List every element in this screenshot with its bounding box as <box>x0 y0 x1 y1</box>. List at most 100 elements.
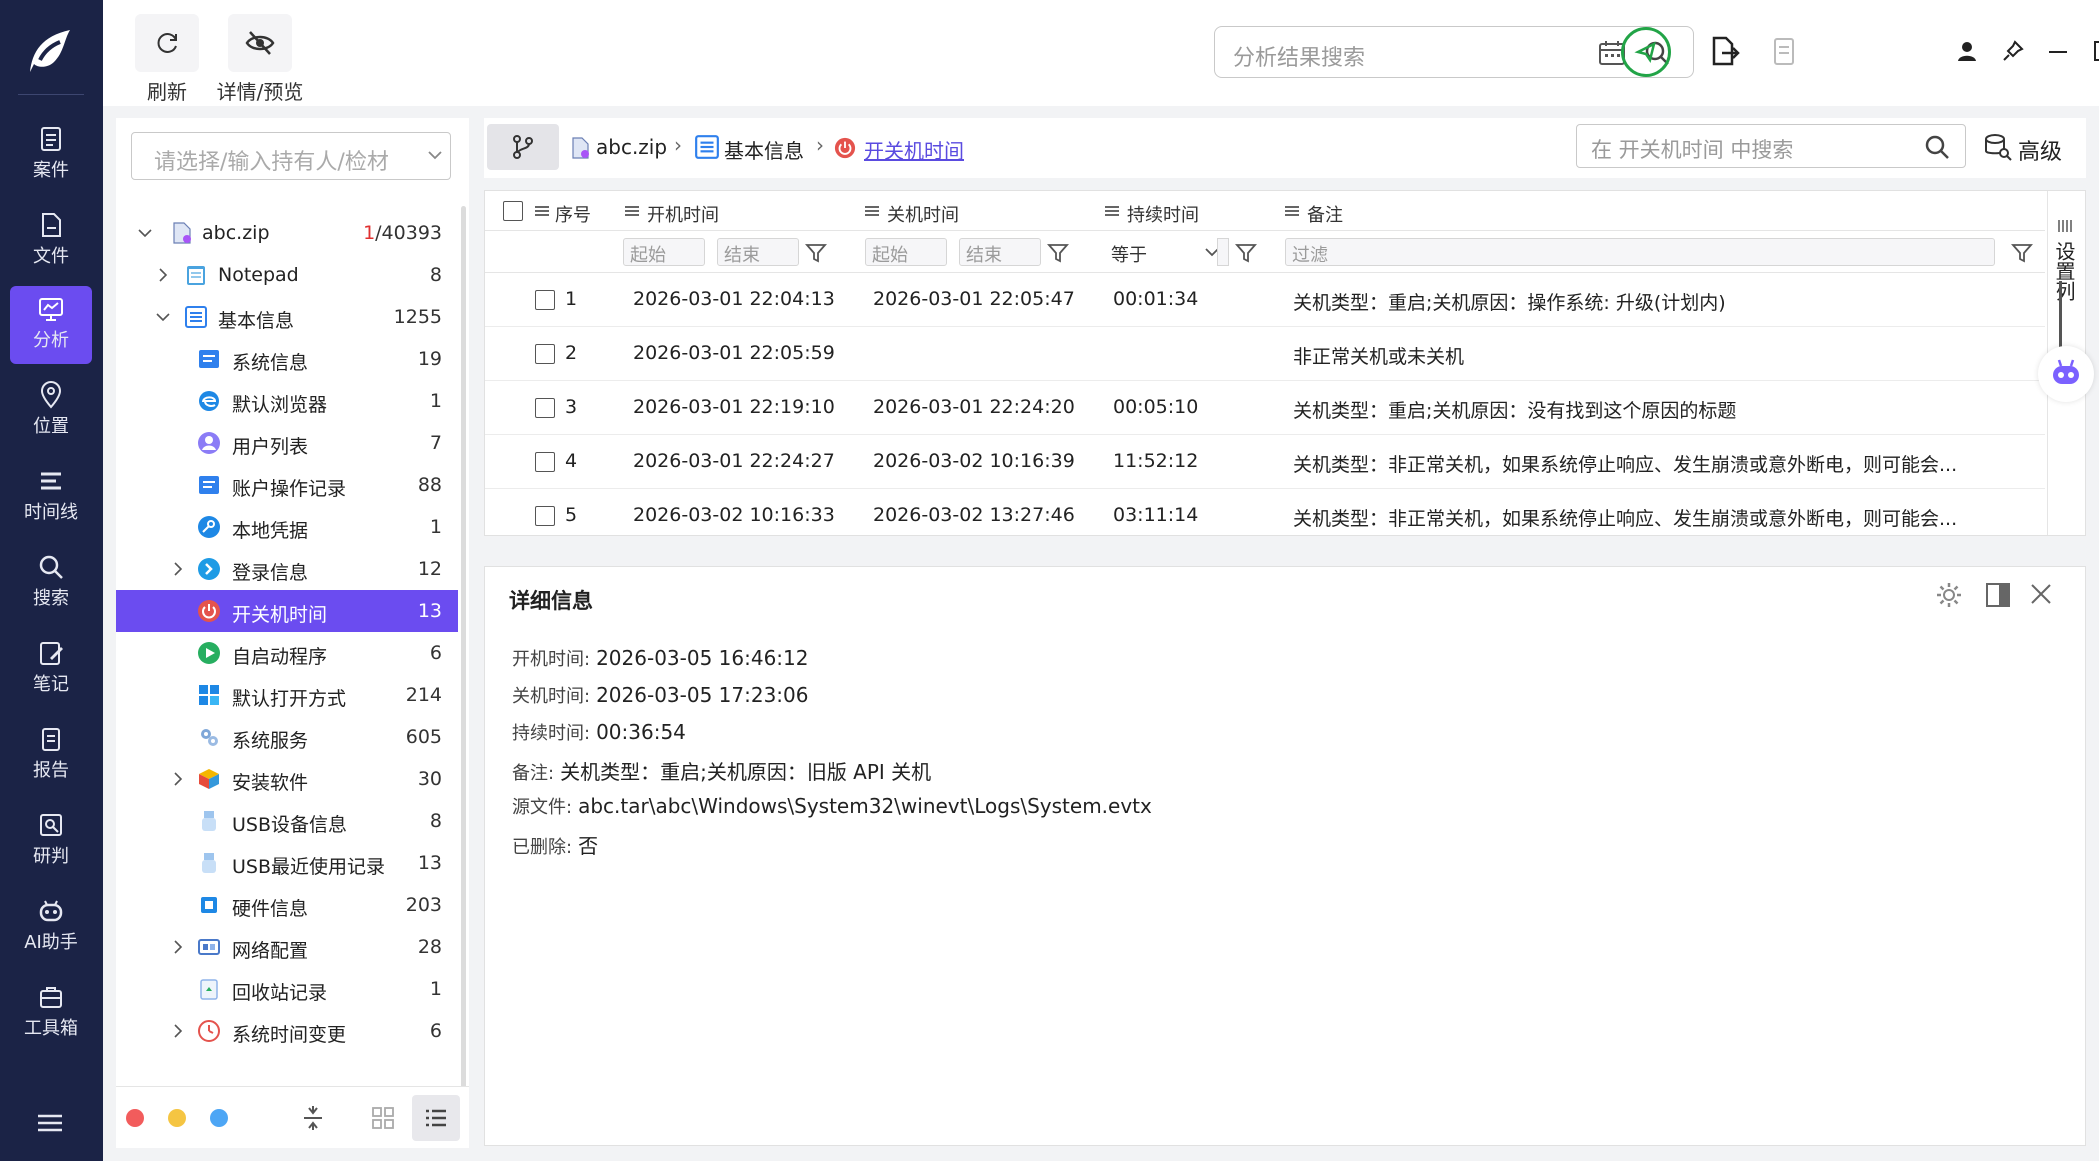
column-menu-icon[interactable] <box>865 205 879 217</box>
tree-item-power-time[interactable]: 开关机时间 13 <box>116 590 458 632</box>
tree-item-basic-info[interactable]: 基本信息 1255 <box>116 296 458 338</box>
row-checkbox[interactable] <box>535 452 555 472</box>
nav-item-timeline[interactable]: 时间线 <box>10 458 92 536</box>
nav-item-search[interactable]: 搜索 <box>10 544 92 622</box>
tree-item-user-list[interactable]: 用户列表 7 <box>116 422 458 464</box>
tree-root-abc-zip[interactable]: abc.zip 1/40393 <box>116 212 458 254</box>
close-icon[interactable] <box>2030 583 2052 605</box>
tree-item-hardware-info[interactable]: 硬件信息 203 <box>116 884 458 926</box>
ai-assistant-float-button[interactable] <box>2038 346 2094 402</box>
pin-icon[interactable] <box>2002 40 2024 62</box>
column-header-duration[interactable]: 持续时间 <box>1127 201 1199 227</box>
column-header-start[interactable]: 开机时间 <box>647 201 719 227</box>
filter-icon[interactable] <box>1047 243 1069 263</box>
breadcrumb-item-current[interactable]: 开关机时间 <box>864 135 964 164</box>
tree-item-local-credentials[interactable]: 本地凭据 1 <box>116 506 458 548</box>
breadcrumb-item[interactable]: abc.zip <box>596 135 667 159</box>
play-icon <box>198 642 220 664</box>
tree-item-system-info[interactable]: 系统信息 19 <box>116 338 458 380</box>
column-header-note[interactable]: 备注 <box>1307 201 1343 227</box>
filter-icon[interactable] <box>2011 243 2033 263</box>
minimize-icon[interactable] <box>2048 50 2068 54</box>
row-checkbox[interactable] <box>535 398 555 418</box>
tree-item-recycle-bin[interactable]: 回收站记录 1 <box>116 968 458 1010</box>
status-green-button[interactable] <box>1621 27 1671 77</box>
end-from-filter[interactable]: 起始 <box>865 238 947 266</box>
row-checkbox[interactable] <box>535 344 555 364</box>
duration-value-filter[interactable] <box>1217 238 1229 266</box>
start-to-filter[interactable]: 结束 <box>717 238 799 266</box>
nav-item-analysis[interactable]: 分析 <box>10 286 92 364</box>
tree-item-autostart[interactable]: 自启动程序 6 <box>116 632 458 674</box>
collapse-icon[interactable] <box>302 1105 324 1131</box>
export-icon[interactable] <box>1708 34 1740 68</box>
filter-icon[interactable] <box>1235 243 1257 263</box>
tree-item-notepad[interactable]: Notepad 8 <box>116 254 458 296</box>
filter-icon[interactable] <box>805 243 827 263</box>
search-icon <box>1925 135 1949 159</box>
table-row[interactable]: 1 2026-03-01 22:04:13 2026-03-01 22:05:4… <box>485 273 2045 327</box>
nav-item-judge[interactable]: 研判 <box>10 802 92 880</box>
column-menu-icon[interactable] <box>1105 205 1119 217</box>
table-row[interactable]: 3 2026-03-01 22:19:10 2026-03-01 22:24:2… <box>485 381 2045 435</box>
refresh-button[interactable]: 刷新 <box>132 14 202 105</box>
tree-item-installed-software[interactable]: 安装软件 30 <box>116 758 458 800</box>
maximize-icon[interactable] <box>2094 41 2099 61</box>
nav-label: 位置 <box>33 416 69 437</box>
table-row[interactable]: 5 2026-03-02 10:16:33 2026-03-02 13:27:4… <box>485 489 2045 535</box>
tree-item-default-open[interactable]: 默认打开方式 214 <box>116 674 458 716</box>
cell-no: 5 <box>565 504 578 526</box>
column-menu-icon[interactable] <box>535 205 549 217</box>
nav-label: AI助手 <box>24 932 78 953</box>
table-row[interactable]: 2 2026-03-01 22:05:59 非正常关机或未关机 <box>485 327 2045 381</box>
list-view-button[interactable] <box>412 1095 460 1141</box>
owner-select[interactable]: 请选择/输入持有人/检材 <box>131 132 451 180</box>
advanced-search-button[interactable]: 高级 <box>1982 124 2082 168</box>
menu-icon[interactable] <box>36 1112 64 1134</box>
tree-item-usb-recent[interactable]: USB最近使用记录 13 <box>116 842 458 884</box>
row-checkbox[interactable] <box>535 290 555 310</box>
tree-item-time-change[interactable]: 系统时间变更 6 <box>116 1010 458 1052</box>
user-icon[interactable] <box>1956 40 1978 62</box>
start-from-filter[interactable]: 起始 <box>623 238 705 266</box>
grid-view-icon[interactable] <box>372 1107 394 1129</box>
column-header-no[interactable]: 序号 <box>555 201 591 227</box>
nav-item-toolbox[interactable]: 工具箱 <box>10 974 92 1052</box>
tree-item-account-log[interactable]: 账户操作记录 88 <box>116 464 458 506</box>
table-header: 序号 开机时间 关机时间 持续时间 备注 <box>485 191 2045 231</box>
tree-item-default-browser[interactable]: 默认浏览器 1 <box>116 380 458 422</box>
note-filter[interactable]: 过滤 <box>1285 238 1995 266</box>
tree-item-usb-device[interactable]: USB设备信息 8 <box>116 800 458 842</box>
duration-operator-select[interactable]: 等于 <box>1105 238 1223 266</box>
nav-item-case[interactable]: 案件 <box>10 116 92 194</box>
breadcrumb-item[interactable]: 基本信息 <box>724 135 804 164</box>
branch-button[interactable] <box>487 124 559 170</box>
tree-item-network-config[interactable]: 网络配置 28 <box>116 926 458 968</box>
table-row[interactable]: 4 2026-03-01 22:24:27 2026-03-02 10:16:3… <box>485 435 2045 489</box>
red-dot[interactable] <box>126 1109 144 1127</box>
tree-item-system-services[interactable]: 系统服务 605 <box>116 716 458 758</box>
column-menu-icon[interactable] <box>625 205 639 217</box>
tree-scrollbar[interactable] <box>461 206 466 1106</box>
split-panel-icon[interactable] <box>1985 582 2011 608</box>
end-to-filter[interactable]: 结束 <box>959 238 1041 266</box>
yellow-dot[interactable] <box>168 1109 186 1127</box>
nav-item-report[interactable]: 报告 <box>10 716 92 794</box>
nav-label: 时间线 <box>24 502 78 523</box>
nav-item-note[interactable]: 笔记 <box>10 630 92 708</box>
detail-preview-button[interactable]: 详情/预览 <box>215 14 305 105</box>
gear-icon[interactable] <box>1935 581 1963 609</box>
column-menu-icon[interactable] <box>1285 205 1299 217</box>
nav-item-ai-assistant[interactable]: AI助手 <box>10 888 92 966</box>
cell-start: 2026-03-01 22:04:13 <box>633 288 835 310</box>
select-all-checkbox[interactable] <box>503 201 523 221</box>
table-search-input[interactable]: 在 开关机时间 中搜索 <box>1576 124 1966 168</box>
document-icon[interactable] <box>1771 36 1799 68</box>
nav-item-location[interactable]: 位置 <box>10 372 92 450</box>
detail-source-link[interactable]: abc.tar\abc\Windows\System32\winevt\Logs… <box>578 794 1152 818</box>
blue-dot[interactable] <box>210 1109 228 1127</box>
nav-item-file[interactable]: 文件 <box>10 202 92 280</box>
column-header-end[interactable]: 关机时间 <box>887 201 959 227</box>
row-checkbox[interactable] <box>535 506 555 526</box>
tree-item-login-info[interactable]: 登录信息 12 <box>116 548 458 590</box>
